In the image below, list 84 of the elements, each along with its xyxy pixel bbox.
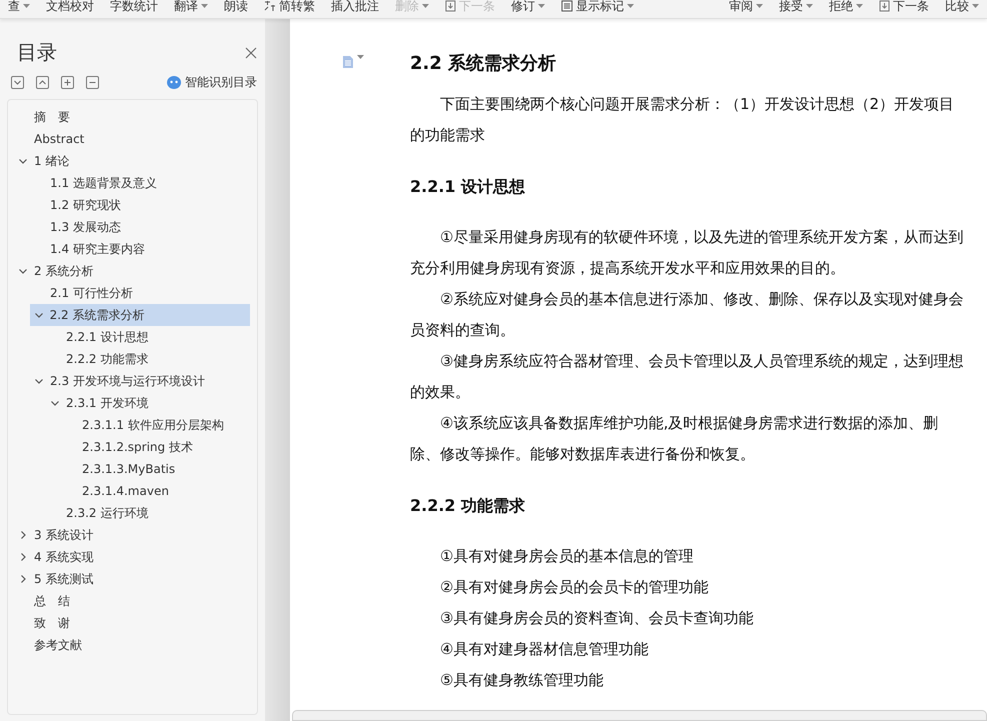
body-paragraph: ③健身房系统应符合器材管理、会员卡管理以及人员管理系统的规定，达到理想的效果。 [410, 351, 964, 403]
outline-item[interactable]: 1.4 研究主要内容 [8, 238, 250, 260]
toolbar-button[interactable]: 字数统计 [102, 0, 166, 13]
outline-item[interactable]: 5 系统测试 [8, 568, 250, 590]
chevron-icon[interactable] [18, 530, 28, 540]
subsection-heading: 2.2.1 设计思想 [410, 177, 526, 198]
toolbar-button[interactable]: 简转繁 [256, 0, 323, 13]
toolbar-button[interactable]: 查 [0, 0, 38, 13]
outline-item[interactable]: 2.3.1.4.maven [8, 480, 250, 502]
plus-icon[interactable] [61, 76, 74, 89]
outline-item[interactable]: 1.1 选题背景及意义 [8, 172, 250, 194]
caret-icon [627, 4, 634, 8]
subsection-heading: 2.2.2 功能需求 [410, 496, 526, 517]
outline-item[interactable]: 1.3 发展动态 [8, 216, 250, 238]
toolbar-button[interactable]: 审阅 [721, 0, 771, 13]
robot-icon [167, 76, 181, 89]
caret-icon [201, 4, 208, 8]
list-item: ③具有健身房会员的资料查询、会员卡查询功能 [439, 608, 754, 629]
outline-item[interactable]: Abstract [8, 128, 250, 150]
list-item: ④具有对建身器材信息管理功能 [439, 639, 650, 660]
caret-icon [856, 4, 863, 8]
outline-item[interactable]: 2.2.1 设计思想 [8, 326, 250, 348]
outline-item[interactable]: 2.3.1.3.MyBatis [8, 458, 250, 480]
outline-item[interactable]: 3 系统设计 [8, 524, 250, 546]
convert-icon [264, 0, 276, 12]
outline-item[interactable]: 2.2 系统需求分析 [30, 304, 250, 326]
outline-item[interactable]: 1.2 研究现状 [8, 194, 250, 216]
toolbar-button[interactable]: 文档校对 [38, 0, 102, 13]
chevron-icon[interactable] [18, 266, 28, 276]
expand-icon[interactable] [36, 76, 49, 89]
caret-icon [756, 4, 763, 8]
chevron-icon[interactable] [18, 156, 28, 166]
toolbar-button[interactable]: 接受 [771, 0, 821, 13]
document-arrow-icon [445, 0, 456, 12]
panel-title: 目录 [17, 39, 57, 66]
chevron-icon[interactable] [18, 552, 28, 562]
outline-item[interactable]: 摘 要 [8, 106, 250, 128]
caret-icon [357, 55, 364, 59]
outline-item[interactable]: 2.3.2 运行环境 [8, 502, 250, 524]
outline-item[interactable]: 2.1 可行性分析 [8, 282, 250, 304]
chevron-icon[interactable] [50, 398, 60, 408]
caret-icon [23, 4, 30, 8]
outline-item[interactable]: 2.3.1.1 软件应用分层架构 [8, 414, 250, 436]
smart-toc-button[interactable]: 智能识别目录 [167, 74, 257, 91]
body-paragraph: ④该系统应该具备数据库维护功能,及时根据健身房需求进行数据的添加、删除、修改等操作。能够对数据库表进行备份和恢复。 [410, 413, 940, 465]
list-item: ①具有对健身房会员的基本信息的管理 [439, 546, 694, 567]
close-icon[interactable] [245, 46, 257, 58]
outline-item[interactable]: 2 系统分析 [8, 260, 250, 282]
caret-icon [538, 4, 545, 8]
outline-item[interactable]: 总 结 [8, 590, 250, 612]
toolbar-button[interactable]: 插入批注 [323, 0, 387, 13]
body-paragraph: ②系统应对健身会员的基本信息进行添加、修改、删除、保存以及实现对健身会员资料的查询。 [410, 289, 964, 341]
outline-item[interactable]: 1 绪论 [8, 150, 250, 172]
outline-item[interactable]: 2.3.1.2.spring 技术 [8, 436, 250, 458]
toolbar-button[interactable]: 朗读 [216, 0, 256, 13]
list-item: ⑤具有健身教练管理功能 [439, 670, 604, 691]
outline-item[interactable]: 2.2.2 功能需求 [8, 348, 250, 370]
outline-item[interactable]: 2.3 开发环境与运行环境设计 [8, 370, 250, 392]
section-heading: 2.2 系统需求分析 [410, 52, 558, 75]
outline-item[interactable]: 2.3.1 开发环境 [8, 392, 250, 414]
caret-icon [972, 4, 979, 8]
chevron-icon[interactable] [34, 376, 44, 386]
outline-item[interactable]: 致 谢 [8, 612, 250, 634]
toolbar-button[interactable]: 显示标记 [553, 0, 642, 13]
minus-icon[interactable] [86, 76, 99, 89]
document-icon[interactable] [342, 55, 364, 69]
outline-item[interactable]: 参考文献 [8, 634, 250, 656]
toolbar-button[interactable]: 拒绝 [821, 0, 871, 13]
outline-item[interactable]: 4 系统实现 [8, 546, 250, 568]
chevron-icon[interactable] [18, 574, 28, 584]
caret-icon [806, 4, 813, 8]
chevron-icon[interactable] [34, 310, 44, 320]
horizontal-scrollbar[interactable] [292, 710, 987, 721]
collapse-icon[interactable] [11, 76, 24, 89]
body-paragraph: 下面主要围绕两个核心问题开展需求分析：（1）开发设计思想（2）开发项目的功能需求 [410, 94, 956, 146]
toolbar-button[interactable]: 修订 [503, 0, 553, 13]
document-arrow-icon [879, 0, 890, 12]
toolbar-button[interactable]: 比较 [937, 0, 987, 13]
toolbar-button[interactable]: 下一条 [871, 0, 937, 13]
toolbar-button[interactable]: 翻译 [166, 0, 216, 13]
list-icon [561, 0, 573, 12]
list-item: ②具有对健身房会员的会员卡的管理功能 [439, 577, 710, 598]
caret-icon [422, 4, 429, 8]
body-paragraph: ①尽量采用健身房现有的软硬件环境，以及先进的管理系统开发方案，从而达到充分利用健身房现有资源，提高系统开发水平和应用效果的目的。 [410, 227, 964, 279]
